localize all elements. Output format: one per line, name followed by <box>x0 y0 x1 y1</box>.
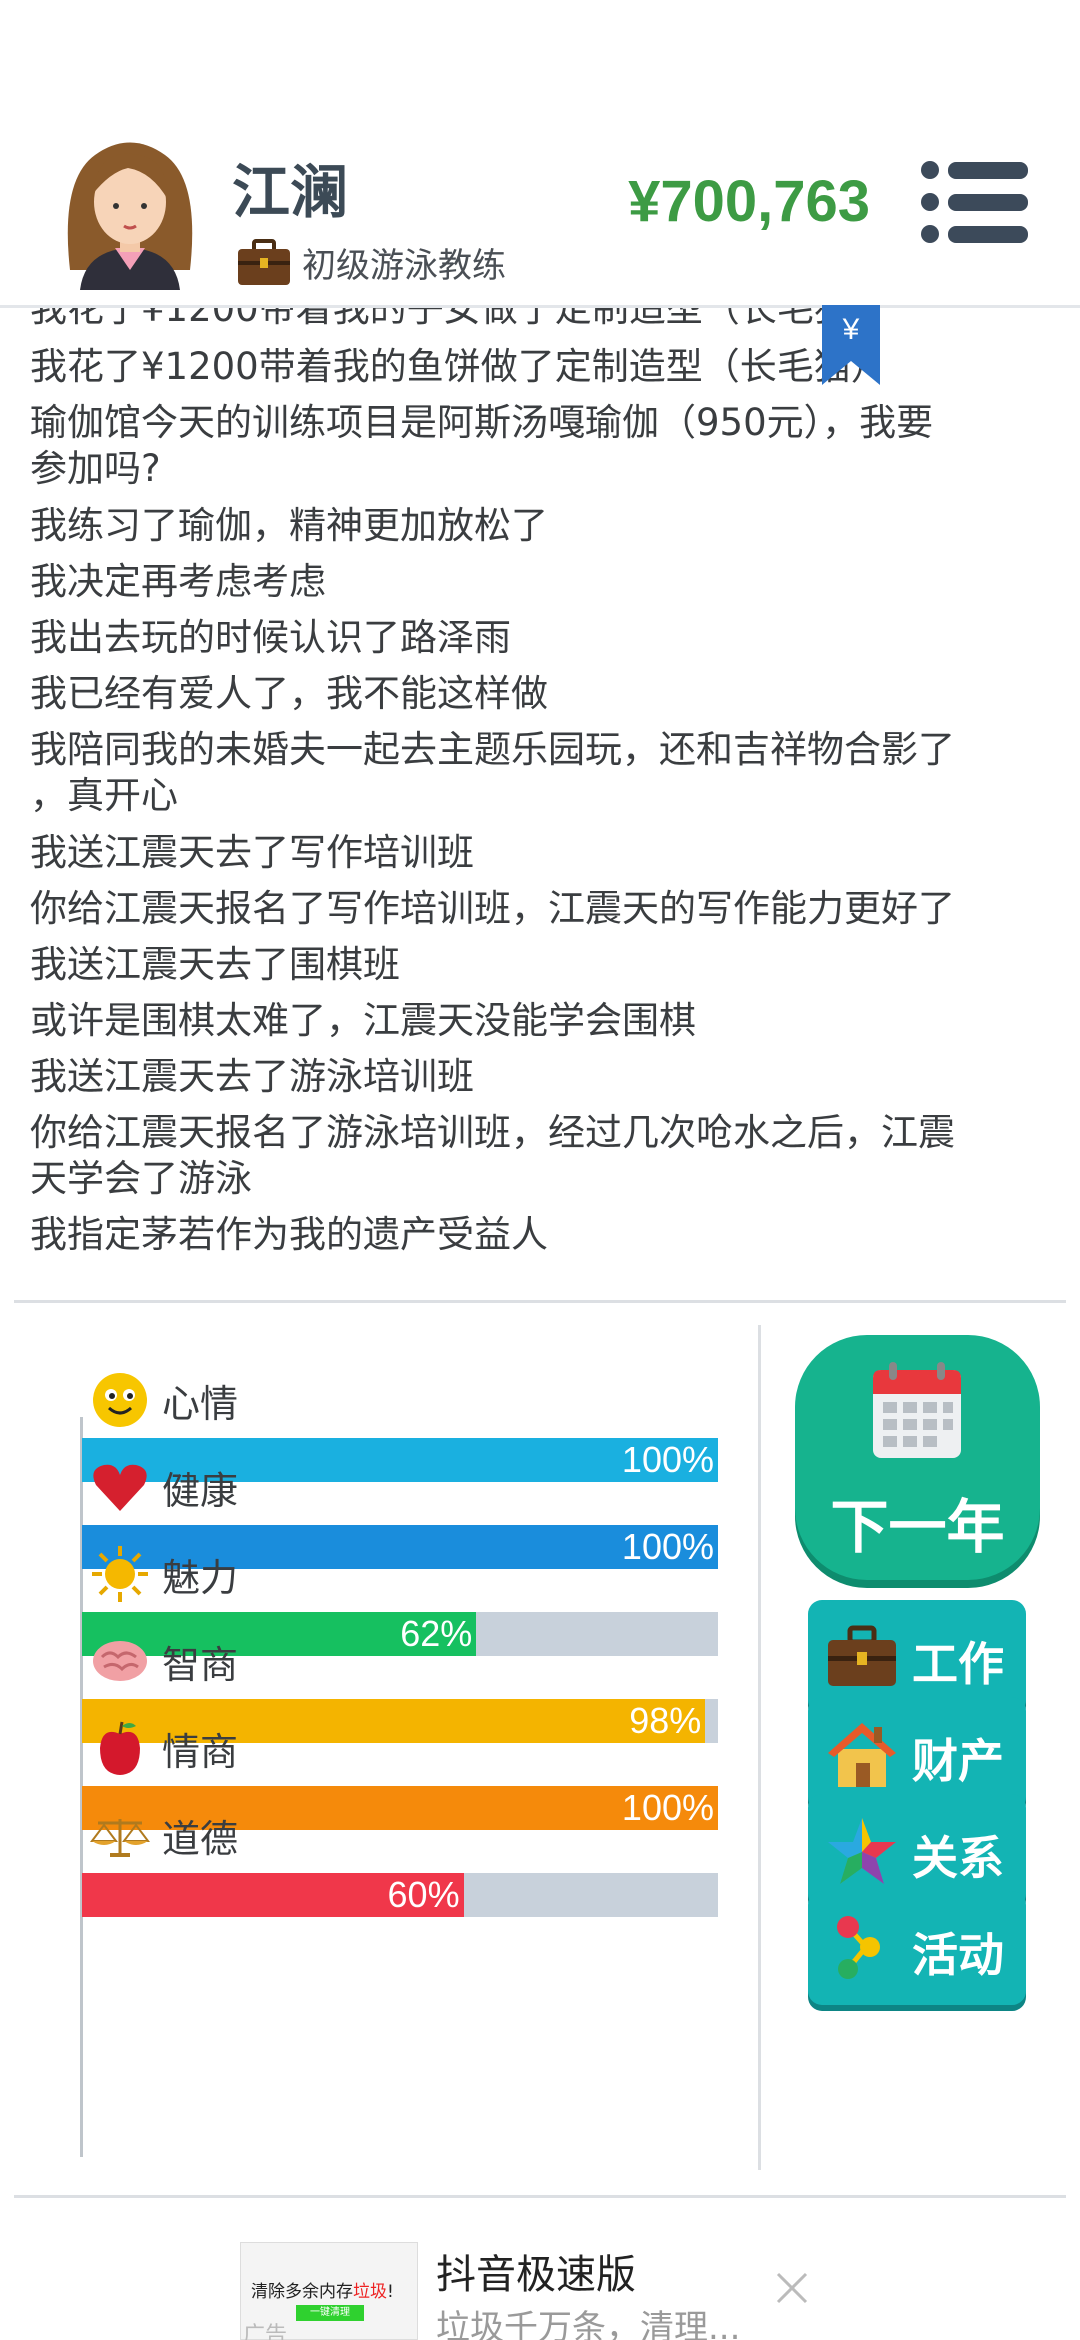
log-line: 或许是围棋太难了，江震天没能学会围棋 <box>30 999 696 1042</box>
stat-label: 智商 <box>162 1642 239 1687</box>
log-line: 参加吗? <box>30 447 161 490</box>
stats-panel: 心情 100% 健康 100% 魅力 62% 智商 98% 情商 100% 道德… <box>0 1305 760 2165</box>
activity-dots-icon <box>837 1916 880 1979</box>
activities-button[interactable]: 活动 <box>808 1891 1026 2005</box>
log-line: ，真开心 <box>30 774 178 817</box>
stat-label: 道德 <box>162 1816 239 1861</box>
briefcase-icon <box>238 238 290 285</box>
bookmark-icon[interactable]: ¥ <box>820 305 882 385</box>
divider <box>14 1300 1066 1303</box>
stat-bar: 60% <box>82 1873 718 1917</box>
log-line: 我送江震天去了写作培训班 <box>30 831 474 874</box>
column-divider <box>758 1325 761 2170</box>
profile-header: 江澜 初级游泳教练 ¥700,763 <box>0 0 1080 308</box>
activities-label: 活动 <box>912 1928 1004 1982</box>
brain-icon <box>93 1641 147 1681</box>
job-info: 初级游泳教练 <box>236 238 506 287</box>
log-line: 我决定再考虑考虑 <box>30 560 326 603</box>
ad-banner[interactable]: 清除多余内存垃圾! 一键清理 广告 抖音极速版 垃圾千万条，清理... <box>0 2200 1080 2340</box>
ad-thumb-text: 清除多余内存 <box>251 2282 353 2302</box>
avatar[interactable] <box>40 120 220 290</box>
log-line: 我已经有爱人了，我不能这样做 <box>30 672 548 715</box>
next-year-label: 下一年 <box>830 1493 1005 1561</box>
stat-label: 情商 <box>162 1729 239 1774</box>
stat-percent: 60% <box>387 1874 460 1915</box>
stat-label: 健康 <box>162 1468 239 1513</box>
job-title: 初级游泳教练 <box>302 246 506 286</box>
calendar-icon <box>873 1362 961 1458</box>
log-line: 我出去玩的时候认识了路泽雨 <box>30 616 511 659</box>
close-icon[interactable] <box>774 2270 810 2306</box>
ad-thumbnail[interactable]: 清除多余内存垃圾! 一键清理 广告 <box>240 2242 418 2340</box>
ad-thumb-highlight: 垃圾 <box>353 2282 387 2302</box>
divider <box>14 2195 1066 2198</box>
log-line: 我花了¥1200带着我的子女做了定制造型（长毛猫） <box>30 308 888 330</box>
ad-description: 垃圾千万条，清理... <box>436 2308 741 2340</box>
house-icon <box>828 1723 896 1787</box>
log-line: 我指定茅若作为我的遗产受益人 <box>30 1213 548 1256</box>
log-line: 瑜伽馆今天的训练项目是阿斯汤嘎瑜伽（950元），我要 <box>30 401 934 444</box>
log-line: 你给江震天报名了写作培训班，江震天的写作能力更好了 <box>30 887 955 930</box>
ad-thumb-suffix: ! <box>387 2282 394 2302</box>
next-year-button[interactable]: 下一年 <box>795 1335 1040 1580</box>
apple-icon <box>100 1721 140 1775</box>
bookmark-symbol: ¥ <box>842 313 860 346</box>
log-line: 我陪同我的未婚夫一起去主题乐园玩，还和吉祥物合影了 <box>30 728 955 771</box>
log-line: 天学会了游泳 <box>30 1157 252 1200</box>
sun-icon <box>92 1546 148 1602</box>
stat-label: 心情 <box>162 1381 239 1426</box>
relations-label: 关系 <box>912 1831 1004 1885</box>
money-display: ¥700,763 <box>628 169 870 234</box>
stat-label: 魅力 <box>162 1555 239 1600</box>
scales-icon <box>90 1819 150 1857</box>
heart-icon <box>93 1464 147 1511</box>
event-log[interactable]: 我花了¥1200带着我的子女做了定制造型（长毛猫） 我花了¥1200带着我的鱼饼… <box>0 308 1080 1308</box>
log-line: 我花了¥1200带着我的鱼饼做了定制造型（长毛猫） <box>30 345 888 388</box>
log-line: 我送江震天去了游泳培训班 <box>30 1055 474 1098</box>
star-icon <box>828 1818 896 1884</box>
ad-thumb-button: 一键清理 <box>296 2305 364 2321</box>
log-line: 我送江震天去了围棋班 <box>30 943 400 986</box>
ad-title[interactable]: 抖音极速版 <box>436 2242 636 2300</box>
briefcase-icon <box>828 1625 896 1686</box>
ad-tag: 广告 <box>243 2323 288 2340</box>
smiley-icon <box>93 1373 147 1427</box>
log-line: 你给江震天报名了游泳培训班，经过几次呛水之后，江震 <box>30 1111 955 1154</box>
menu-icon[interactable] <box>920 160 1030 244</box>
property-label: 财产 <box>912 1734 1004 1788</box>
log-line: 我练习了瑜伽，精神更加放松了 <box>30 504 548 547</box>
work-label: 工作 <box>912 1637 1004 1691</box>
player-name: 江澜 <box>232 158 349 226</box>
